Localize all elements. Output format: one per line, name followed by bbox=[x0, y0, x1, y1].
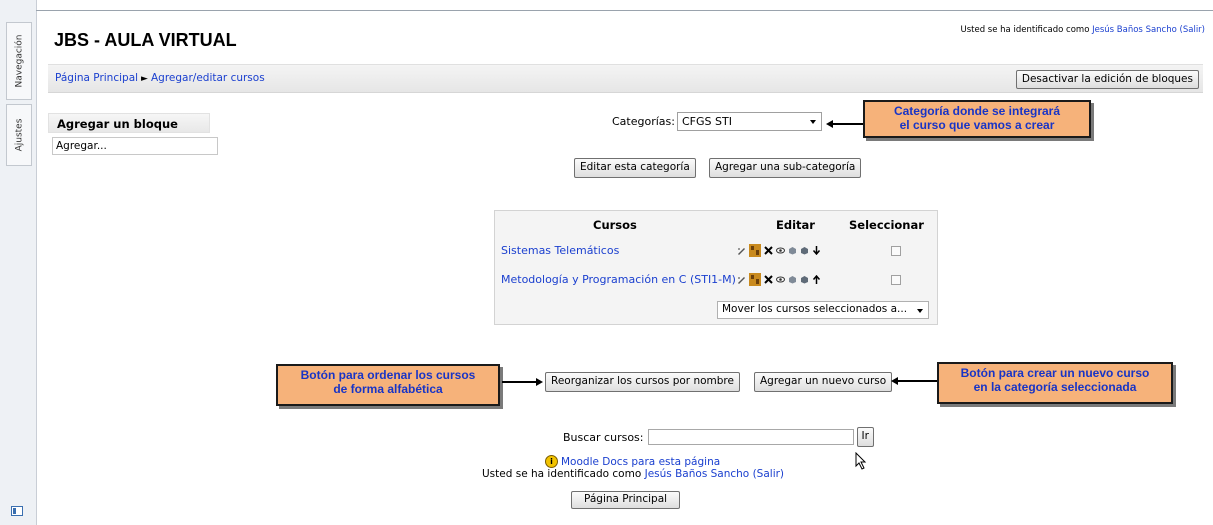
new-course-callout: Botón para crear un nuevo curso en la ca… bbox=[937, 362, 1173, 404]
new-course-callout-line1: Botón para crear un nuevo curso bbox=[960, 366, 1150, 380]
new-course-callout-line2: en la categoría seleccionada bbox=[973, 380, 1137, 394]
edit-settings-icon[interactable] bbox=[737, 275, 746, 284]
breadcrumb-separator-icon: ► bbox=[141, 74, 148, 84]
login-prefix: Usted se ha identificado como bbox=[960, 25, 1093, 35]
arrow-down-icon[interactable] bbox=[812, 246, 821, 255]
category-row: Categorías: CFGS STI bbox=[612, 112, 822, 131]
delete-icon[interactable] bbox=[764, 246, 773, 255]
assign-roles-icon[interactable] bbox=[749, 273, 761, 286]
mouse-cursor-icon bbox=[855, 452, 867, 470]
footer-login-info: Usted se ha identificado como Jesús Baño… bbox=[482, 468, 784, 480]
add-new-course-button[interactable]: Agregar un nuevo curso bbox=[754, 372, 893, 392]
dock-tab-navegacion[interactable]: Navegación bbox=[6, 22, 32, 100]
hide-eye-icon[interactable] bbox=[776, 246, 785, 255]
restore-icon[interactable] bbox=[800, 246, 809, 255]
edit-settings-icon[interactable] bbox=[737, 246, 746, 255]
stop-editing-button[interactable]: Desactivar la edición de bloques bbox=[1015, 70, 1199, 89]
hide-eye-icon[interactable] bbox=[776, 275, 785, 284]
category-label: Categorías: bbox=[612, 115, 675, 128]
category-callout: Categoría donde se integrará el curso qu… bbox=[863, 100, 1091, 138]
edit-category-button[interactable]: Editar esta categoría bbox=[574, 158, 696, 178]
moodle-docs-row: i Moodle Docs para esta página bbox=[545, 455, 720, 468]
assign-roles-icon[interactable] bbox=[749, 244, 761, 257]
search-courses-input[interactable] bbox=[647, 429, 854, 445]
course-link[interactable]: Metodología y Programación en C (STI1-M) bbox=[501, 273, 736, 286]
add-block-select[interactable]: Agregar... bbox=[52, 137, 218, 155]
course-select-checkbox[interactable] bbox=[891, 275, 901, 285]
moodle-docs-link[interactable]: Moodle Docs para esta página bbox=[561, 456, 720, 468]
dock-tab-ajustes-label: Ajustes bbox=[14, 118, 24, 152]
chevron-down-icon bbox=[809, 120, 816, 124]
navbar: Página Principal ► Agregar/editar cursos D… bbox=[48, 64, 1203, 93]
category-selected-value: CFGS STI bbox=[681, 115, 732, 128]
breadcrumb: Página Principal ► Agregar/editar cursos bbox=[55, 72, 265, 84]
info-icon: i bbox=[545, 455, 558, 468]
dock-tab-ajustes[interactable]: Ajustes bbox=[6, 104, 32, 166]
delete-icon[interactable] bbox=[764, 275, 773, 284]
select-header: Seleccionar bbox=[849, 218, 924, 232]
block-dock: Navegación Ajustes bbox=[0, 0, 1213, 525]
chevron-down-icon bbox=[917, 309, 923, 313]
footer-logout-link[interactable]: (Salir) bbox=[753, 468, 784, 480]
move-courses-select-value: Mover los cursos seleccionados a... bbox=[722, 303, 908, 315]
sort-callout-line2: de forma alfabética bbox=[333, 382, 443, 396]
logout-link[interactable]: (Salir) bbox=[1180, 25, 1205, 35]
callout-arrow-line bbox=[502, 381, 536, 383]
footer-login-prefix: Usted se ha identificado como bbox=[482, 468, 645, 480]
edit-header: Editar bbox=[776, 218, 815, 232]
callout-arrow-line bbox=[831, 123, 863, 125]
course-select-checkbox[interactable] bbox=[891, 246, 901, 256]
move-courses-select[interactable]: Mover los cursos seleccionados a... bbox=[717, 301, 929, 319]
search-label: Buscar cursos: bbox=[563, 430, 644, 444]
courses-header: Cursos bbox=[593, 218, 637, 232]
add-block-panel: Agregar un bloque Agregar... bbox=[48, 113, 218, 155]
home-button[interactable]: Página Principal bbox=[571, 491, 681, 509]
backup-icon[interactable] bbox=[788, 246, 797, 255]
sort-callout: Botón para ordenar los cursos de forma a… bbox=[276, 364, 500, 406]
site-title: JBS - AULA VIRTUAL bbox=[54, 30, 237, 50]
course-edit-icons bbox=[737, 273, 821, 286]
breadcrumb-current-link[interactable]: Agregar/editar cursos bbox=[151, 72, 265, 84]
courses-table: Cursos Editar Seleccionar Sistemas Telem… bbox=[494, 210, 938, 325]
breadcrumb-home-link[interactable]: Página Principal bbox=[55, 72, 138, 84]
arrow-right-icon bbox=[536, 378, 543, 386]
course-edit-icons bbox=[737, 244, 821, 257]
callout-arrow-line bbox=[897, 380, 937, 382]
category-callout-line1: Categoría donde se integrará bbox=[893, 104, 1061, 118]
arrow-left-icon bbox=[826, 120, 833, 128]
add-block-title: Agregar un bloque bbox=[48, 113, 210, 133]
sort-callout-line1: Botón para ordenar los cursos bbox=[300, 368, 476, 382]
footer-user-profile-link[interactable]: Jesús Baños Sancho bbox=[645, 468, 750, 480]
restore-icon[interactable] bbox=[800, 275, 809, 284]
arrow-up-icon[interactable] bbox=[812, 275, 821, 284]
backup-icon[interactable] bbox=[788, 275, 797, 284]
category-select[interactable]: CFGS STI bbox=[676, 112, 822, 131]
reorganize-courses-button[interactable]: Reorganizar los cursos por nombre bbox=[545, 372, 740, 392]
dock-toggle-icon[interactable] bbox=[11, 506, 23, 516]
course-link[interactable]: Sistemas Telemáticos bbox=[501, 244, 619, 257]
category-callout-line2: el curso que vamos a crear bbox=[899, 118, 1055, 132]
top-divider bbox=[36, 10, 1213, 11]
course-search-row: Buscar cursos: Ir bbox=[563, 427, 874, 447]
add-subcategory-button[interactable]: Agregar una sub-categoría bbox=[709, 158, 862, 178]
user-profile-link[interactable]: Jesús Baños Sancho bbox=[1092, 25, 1177, 35]
search-go-button[interactable]: Ir bbox=[856, 427, 874, 447]
login-info: Usted se ha identificado como Jesús Baño… bbox=[960, 25, 1205, 35]
dock-tab-navegacion-label: Navegación bbox=[14, 34, 24, 88]
